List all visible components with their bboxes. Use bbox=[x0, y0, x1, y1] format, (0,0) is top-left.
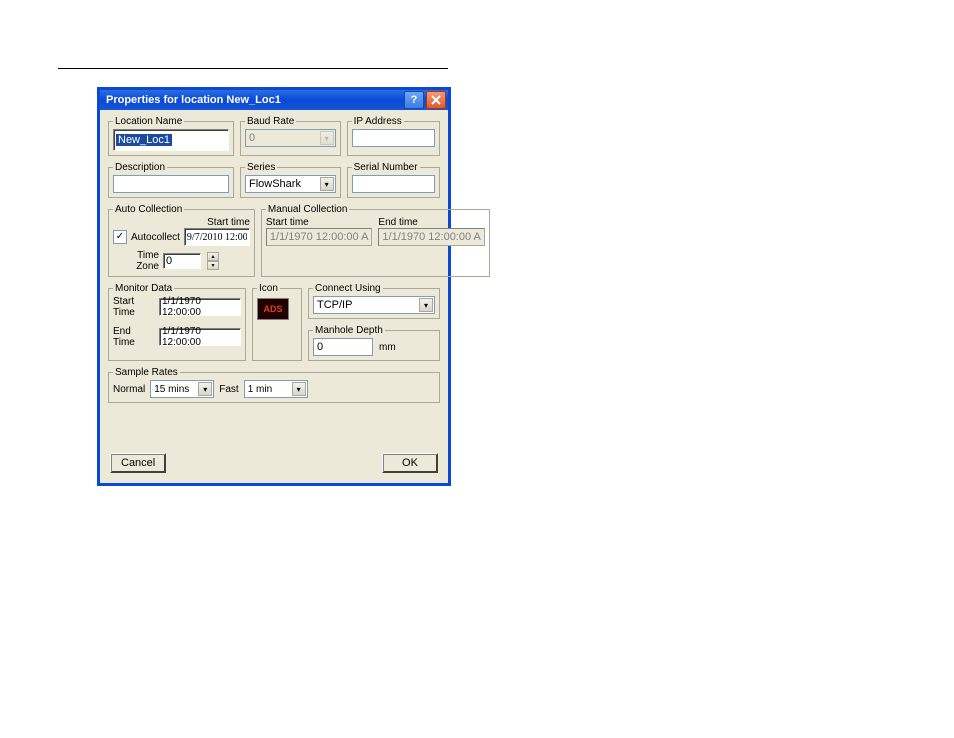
help-button[interactable]: ? bbox=[404, 91, 424, 109]
normal-label: Normal bbox=[113, 384, 145, 395]
baud-rate-label: Baud Rate bbox=[245, 116, 296, 127]
description-input[interactable] bbox=[113, 175, 229, 193]
spinner-down-icon[interactable]: ▾ bbox=[207, 261, 219, 270]
timezone-label: Time Zone bbox=[113, 250, 159, 272]
manual-collection-label: Manual Collection bbox=[266, 204, 350, 215]
chevron-down-icon: ▾ bbox=[198, 382, 212, 396]
serial-number-label: Serial Number bbox=[352, 162, 420, 173]
location-name-label: Location Name bbox=[113, 116, 184, 127]
connect-using-select[interactable]: TCP/IP ▾ bbox=[313, 296, 435, 314]
close-icon bbox=[431, 95, 441, 105]
manhole-depth-group: Manhole Depth mm bbox=[308, 325, 440, 361]
properties-dialog: Properties for location New_Loc1 ? Locat… bbox=[98, 88, 450, 485]
monitor-starttime-input[interactable]: 1/1/1970 12:00:00 bbox=[159, 298, 241, 316]
monitor-data-label: Monitor Data bbox=[113, 283, 174, 294]
icon-group: Icon ADS bbox=[252, 283, 302, 361]
description-label: Description bbox=[113, 162, 167, 173]
chevron-down-icon: ▾ bbox=[320, 131, 334, 145]
manual-starttime-label: Start time bbox=[266, 217, 372, 228]
chevron-down-icon: ▾ bbox=[320, 177, 334, 191]
manual-collection-group: Manual Collection Start time End time 1/… bbox=[261, 204, 490, 277]
ads-icon[interactable]: ADS bbox=[257, 298, 289, 320]
ip-address-label: IP Address bbox=[352, 116, 404, 127]
monitor-starttime-label: Start Time bbox=[113, 296, 155, 318]
titlebar[interactable]: Properties for location New_Loc1 ? bbox=[100, 90, 448, 110]
autocollect-checkbox[interactable]: ✓ bbox=[113, 230, 127, 244]
connect-using-label: Connect Using bbox=[313, 283, 383, 294]
manual-starttime-input: 1/1/1970 12:00:00 A bbox=[266, 228, 372, 246]
chevron-down-icon: ▾ bbox=[419, 298, 433, 312]
title-text: Properties for location New_Loc1 bbox=[106, 94, 402, 106]
location-name-input[interactable]: New_Loc1 bbox=[116, 134, 172, 146]
series-group: Series FlowShark ▾ bbox=[240, 162, 341, 198]
autocollect-label: Autocollect bbox=[131, 232, 180, 243]
ok-button[interactable]: OK bbox=[382, 453, 438, 473]
series-label: Series bbox=[245, 162, 277, 173]
monitor-data-group: Monitor Data Start Time 1/1/1970 12:00:0… bbox=[108, 283, 246, 361]
ip-address-input[interactable] bbox=[352, 129, 435, 147]
auto-collection-label: Auto Collection bbox=[113, 204, 184, 215]
start-time-header: Start time bbox=[207, 217, 250, 228]
spinner-up-icon[interactable]: ▴ bbox=[207, 252, 219, 261]
close-button[interactable] bbox=[426, 91, 446, 109]
autocollect-starttime-input[interactable] bbox=[184, 228, 250, 246]
timezone-spinner[interactable]: 0 bbox=[163, 253, 201, 269]
manual-endtime-input: 1/1/1970 12:00:00 A bbox=[378, 228, 484, 246]
manhole-depth-unit: mm bbox=[379, 342, 396, 353]
sample-rates-label: Sample Rates bbox=[113, 367, 180, 378]
serial-number-group: Serial Number bbox=[347, 162, 440, 198]
baud-rate-select: 0 ▾ bbox=[245, 129, 336, 147]
dialog-client: Location Name New_Loc1 Baud Rate 0 ▾ IP … bbox=[100, 110, 448, 483]
manhole-depth-label: Manhole Depth bbox=[313, 325, 385, 336]
location-name-group: Location Name New_Loc1 bbox=[108, 116, 234, 156]
series-select[interactable]: FlowShark ▾ bbox=[245, 175, 336, 193]
icon-label: Icon bbox=[257, 283, 280, 294]
chevron-down-icon: ▾ bbox=[292, 382, 306, 396]
normal-rate-select[interactable]: 15 mins ▾ bbox=[150, 380, 214, 398]
cancel-button[interactable]: Cancel bbox=[110, 453, 166, 473]
auto-collection-group: Auto Collection Start time ✓ Autocollect… bbox=[108, 204, 255, 277]
fast-label: Fast bbox=[219, 384, 238, 395]
connect-using-group: Connect Using TCP/IP ▾ bbox=[308, 283, 440, 319]
monitor-endtime-label: End Time bbox=[113, 326, 155, 348]
fast-rate-select[interactable]: 1 min ▾ bbox=[244, 380, 308, 398]
manhole-depth-input[interactable] bbox=[313, 338, 373, 356]
ip-address-group: IP Address bbox=[347, 116, 440, 156]
sample-rates-group: Sample Rates Normal 15 mins ▾ Fast 1 min… bbox=[108, 367, 440, 403]
description-group: Description bbox=[108, 162, 234, 198]
serial-number-input[interactable] bbox=[352, 175, 435, 193]
baud-rate-group: Baud Rate 0 ▾ bbox=[240, 116, 341, 156]
manual-endtime-label: End time bbox=[378, 217, 484, 228]
page-divider bbox=[58, 68, 448, 69]
monitor-endtime-input[interactable]: 1/1/1970 12:00:00 bbox=[159, 328, 241, 346]
